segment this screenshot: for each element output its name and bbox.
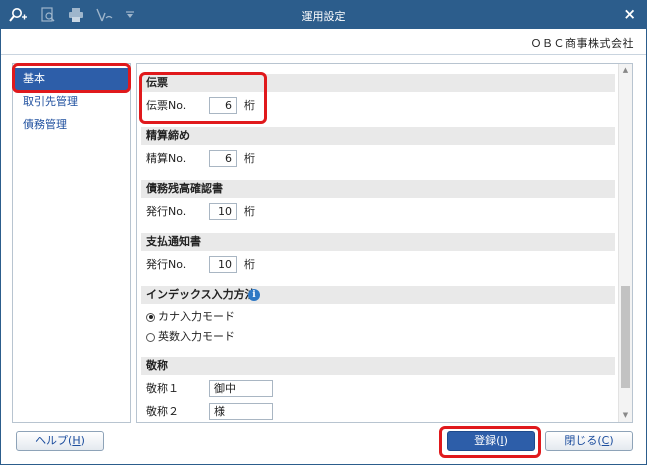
radio-alnum-mode[interactable]: 英数入力モード bbox=[146, 328, 235, 346]
radio-alnum-label: 英数入力モード bbox=[158, 330, 235, 343]
keisho2-input[interactable]: 様 bbox=[209, 403, 273, 420]
close-button-paren: ) bbox=[609, 434, 614, 447]
seisan-unit: 桁 bbox=[244, 152, 255, 165]
seisan-digits-input[interactable]: 6 bbox=[209, 150, 237, 167]
saimu-digits-input[interactable]: 10 bbox=[209, 203, 237, 220]
denpyo-no-label: 伝票No. bbox=[146, 99, 187, 112]
denpyo-unit: 桁 bbox=[244, 99, 255, 112]
radio-kana-mode[interactable]: カナ入力モード bbox=[146, 308, 235, 326]
register-button-paren: ) bbox=[503, 434, 508, 447]
shiharai-unit: 桁 bbox=[244, 258, 255, 271]
denpyo-digits-input[interactable]: 6 bbox=[209, 97, 237, 114]
radio-button-checked[interactable] bbox=[146, 312, 155, 322]
sidebar-item-partner-management[interactable]: 取引先管理 bbox=[15, 91, 128, 113]
sidebar-nav: 基本 取引先管理 債務管理 bbox=[12, 63, 131, 423]
sidebar-item-basic[interactable]: 基本 bbox=[15, 68, 128, 90]
company-name: ＯＢＣ商事株式会社 bbox=[530, 37, 634, 50]
close-button[interactable]: 閉じる(C) bbox=[545, 431, 633, 451]
section-title-denpyo: 伝票 bbox=[141, 74, 615, 92]
register-button[interactable]: 登録(I) bbox=[447, 431, 535, 451]
section-title-seisan: 精算締め bbox=[141, 127, 615, 145]
register-button-label: 登録( bbox=[474, 434, 501, 447]
radio-kana-label: カナ入力モード bbox=[158, 310, 235, 323]
radio-button[interactable] bbox=[146, 332, 155, 342]
keisho1-label: 敬称１ bbox=[146, 382, 179, 395]
close-icon[interactable]: × bbox=[623, 6, 636, 22]
saimu-no-label: 発行No. bbox=[146, 205, 187, 218]
sidebar-item-debt-management[interactable]: 債務管理 bbox=[15, 114, 128, 136]
shiharai-digits-input[interactable]: 10 bbox=[209, 256, 237, 273]
keisho1-input[interactable]: 御中 bbox=[209, 380, 273, 397]
dialog-title: 運用設定 bbox=[301, 10, 346, 23]
scroll-up-icon[interactable]: ▲ bbox=[619, 64, 632, 77]
close-button-label: 閉じる( bbox=[564, 434, 602, 447]
help-button-paren: ) bbox=[80, 434, 85, 447]
seisan-no-label: 精算No. bbox=[146, 152, 187, 165]
help-button-label: ヘルプ( bbox=[35, 434, 73, 447]
vertical-scrollbar[interactable]: ▲ ▼ bbox=[618, 64, 632, 422]
divider bbox=[1, 54, 646, 55]
section-title-shiharai: 支払通知書 bbox=[141, 233, 615, 251]
section-title-keisho: 敬称 bbox=[141, 357, 615, 375]
section-title-index: インデックス入力方法 bbox=[141, 286, 615, 304]
help-accel-key: H bbox=[72, 434, 81, 447]
settings-panel: 伝票 伝票No. 6 桁 精算締め 精算No. 6 桁 債務残高確認書 発行No… bbox=[136, 63, 633, 423]
shiharai-no-label: 発行No. bbox=[146, 258, 187, 271]
saimu-unit: 桁 bbox=[244, 205, 255, 218]
keisho2-label: 敬称２ bbox=[146, 405, 179, 418]
settings-dialog: 運用設定 × ＯＢＣ商事株式会社 基本 取引先管理 債務管理 伝票 伝票No. … bbox=[0, 0, 647, 465]
title-bar: 運用設定 × bbox=[1, 1, 646, 29]
info-icon[interactable]: i bbox=[248, 289, 260, 301]
scroll-thumb[interactable] bbox=[621, 286, 630, 388]
scroll-down-icon[interactable]: ▼ bbox=[619, 409, 632, 422]
help-button[interactable]: ヘルプ(H) bbox=[16, 431, 104, 451]
section-title-saimu: 債務残高確認書 bbox=[141, 180, 615, 198]
